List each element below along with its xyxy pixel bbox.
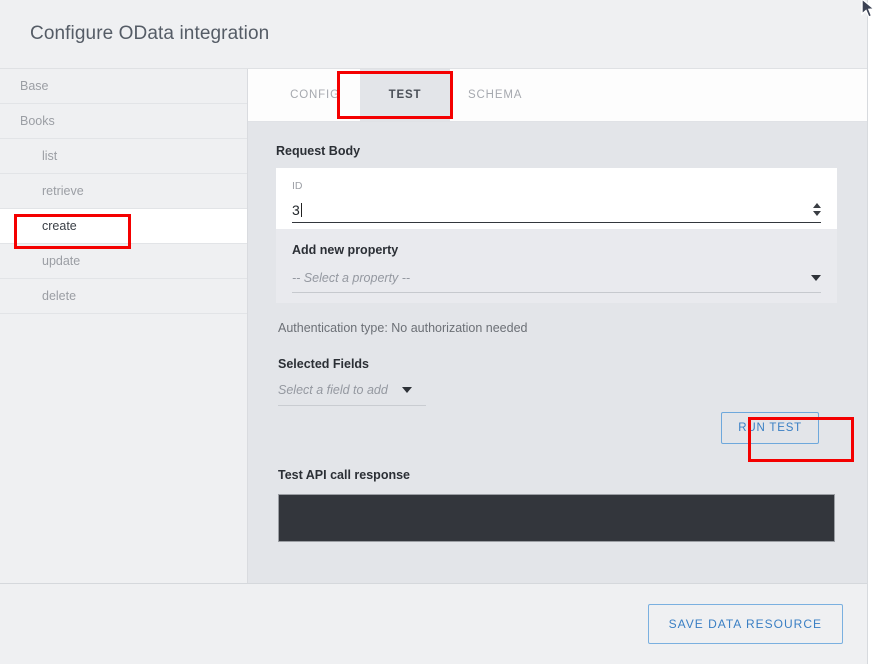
id-field-group: ID 3 bbox=[292, 180, 821, 229]
test-response-output bbox=[278, 494, 835, 542]
dialog-body: Base Books list retrieve create update d… bbox=[0, 69, 867, 584]
request-body-card: ID 3 bbox=[276, 168, 837, 229]
run-test-button[interactable]: RUN TEST bbox=[721, 412, 819, 444]
dialog-header: Configure OData integration bbox=[0, 0, 867, 69]
tab-label: CONFIG bbox=[290, 89, 340, 101]
selected-fields-heading: Selected Fields bbox=[278, 357, 370, 371]
id-field-value: 3 bbox=[292, 202, 300, 218]
tab-test[interactable]: TEST bbox=[360, 69, 450, 121]
field-select[interactable]: Select a field to add bbox=[278, 383, 426, 406]
sidebar-item-label: create bbox=[42, 219, 77, 233]
mouse-pointer-icon bbox=[861, 0, 876, 18]
sidebar-item-update[interactable]: update bbox=[0, 244, 247, 279]
id-field-label: ID bbox=[292, 180, 303, 192]
add-new-property-card: Add new property -- Select a property -- bbox=[276, 229, 837, 303]
chevron-down-icon bbox=[401, 387, 412, 393]
sidebar-item-label: retrieve bbox=[42, 184, 84, 198]
request-body-heading: Request Body bbox=[276, 144, 361, 158]
tab-label: SCHEMA bbox=[468, 89, 523, 101]
test-panel: Request Body ID 3 Add new property -- Se… bbox=[248, 122, 867, 583]
test-response-heading: Test API call response bbox=[278, 468, 410, 482]
property-select-placeholder: -- Select a property -- bbox=[292, 271, 411, 285]
sidebar-item-label: update bbox=[42, 254, 81, 268]
configure-odata-dialog: Configure OData integration Base Books l… bbox=[0, 0, 868, 664]
text-caret bbox=[300, 203, 302, 217]
sidebar-item-delete[interactable]: delete bbox=[0, 279, 247, 314]
tab-schema[interactable]: SCHEMA bbox=[450, 69, 540, 121]
dialog-footer: SAVE DATA RESOURCE bbox=[0, 584, 867, 664]
chevron-down-icon bbox=[811, 275, 821, 281]
add-new-property-heading: Add new property bbox=[292, 243, 399, 257]
id-number-input[interactable]: 3 bbox=[292, 202, 821, 223]
screenshot-root: Configure OData integration Base Books l… bbox=[0, 0, 876, 664]
sidebar-item-create[interactable]: create bbox=[0, 209, 247, 244]
resource-tree-sidebar: Base Books list retrieve create update d… bbox=[0, 69, 248, 583]
sidebar-item-label: list bbox=[42, 149, 58, 163]
tab-bar: CONFIG TEST SCHEMA bbox=[248, 69, 867, 122]
save-data-resource-button[interactable]: SAVE DATA RESOURCE bbox=[647, 604, 843, 644]
authentication-type-text: Authentication type: No authorization ne… bbox=[278, 321, 528, 335]
sidebar-item-books[interactable]: Books bbox=[0, 104, 247, 139]
sidebar-item-label: Books bbox=[20, 114, 55, 128]
sidebar-item-base[interactable]: Base bbox=[0, 69, 247, 104]
content-area: CONFIG TEST SCHEMA Request Body ID 3 Add… bbox=[248, 69, 867, 583]
tab-label: TEST bbox=[388, 89, 422, 101]
sidebar-item-label: delete bbox=[42, 289, 77, 303]
tab-config[interactable]: CONFIG bbox=[270, 69, 360, 121]
page-title: Configure OData integration bbox=[30, 23, 270, 44]
sidebar-item-list[interactable]: list bbox=[0, 139, 247, 174]
field-select-placeholder: Select a field to add bbox=[278, 383, 388, 397]
number-stepper[interactable] bbox=[813, 203, 821, 218]
run-test-row: RUN TEST bbox=[276, 412, 837, 444]
sidebar-item-retrieve[interactable]: retrieve bbox=[0, 174, 247, 209]
caret-down-icon[interactable] bbox=[813, 211, 821, 216]
property-select[interactable]: -- Select a property -- bbox=[292, 271, 821, 293]
caret-up-icon[interactable] bbox=[813, 203, 821, 208]
sidebar-item-label: Base bbox=[20, 79, 49, 93]
